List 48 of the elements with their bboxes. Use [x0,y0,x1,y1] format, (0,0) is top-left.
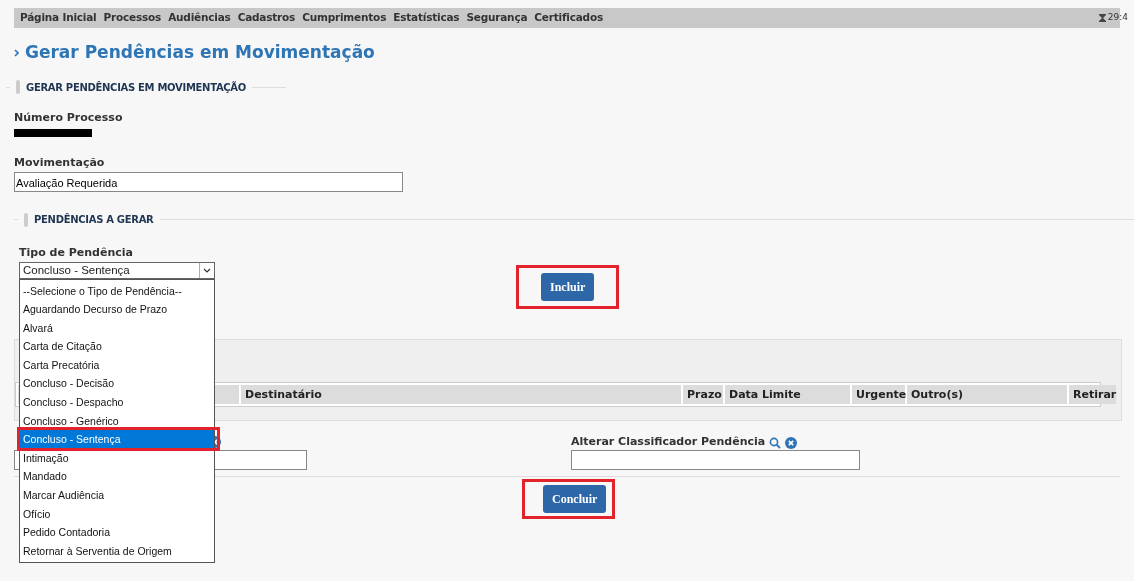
dropdown-option[interactable]: Concluso - Decisão [20,374,214,394]
dropdown-option[interactable]: Carta de Citação [20,337,214,356]
chevron-icon [14,48,19,57]
column-header: Outro(s) [907,385,1067,404]
dropdown-option[interactable]: Ofício [20,504,214,524]
menu-item[interactable]: Página Inicial [20,10,97,26]
dropdown-option[interactable]: Carta Precatória [20,355,214,375]
field-label: Tipo de Pendência [19,245,134,261]
column-header: Destinatário [241,385,681,404]
menu-item[interactable]: Audiências [168,10,231,26]
column-header: Urgente [852,385,905,404]
dropdown-option[interactable]: Concluso - Despacho [20,393,214,412]
menu-item[interactable]: Certificados [534,10,603,26]
dropdown-option[interactable]: Pedido Contadoria [20,523,214,542]
dropdown-option[interactable]: Intimação [20,448,214,468]
search-icon[interactable] [769,436,782,449]
dropdown-option[interactable]: Alvará [20,318,214,338]
type-select[interactable]: Concluso - Sentença [19,261,215,279]
section-legend: GERAR PENDÊNCIAS EM MOVIMENTAÇÃO [26,79,246,95]
field-label: Movimentação [14,155,106,171]
submit-button[interactable]: Concluir [543,484,607,513]
classifier-field[interactable] [571,450,860,470]
dropdown-option[interactable]: Marcar Audiência [20,486,214,505]
column-header: Retirar [1069,385,1116,404]
caret-icon [203,267,211,273]
menu-item[interactable]: Cadastros [237,10,296,26]
movement-field[interactable]: Avaliação Requerida [14,171,403,192]
dropdown-option[interactable]: Retornar à Serventia de Origem [20,541,214,561]
column-header: Prazo [683,385,723,404]
session-timer: 29:4 [1107,11,1128,25]
section-legend: PENDÊNCIAS A GERAR [34,212,154,227]
menu-item[interactable]: Estatísticas [393,10,460,26]
column-header: Data Limite [725,385,850,404]
dropdown-option[interactable]: --Selecione o Tipo de Pendência-- [20,281,214,301]
dropdown-option[interactable]: Concluso - Sentença [20,430,214,449]
dropdown-option[interactable]: Aguardando Decurso de Prazo [20,300,214,319]
dropdown-option[interactable]: Mandado [20,467,214,487]
hourglass-icon [1098,14,1106,22]
menu-item[interactable]: Processos [103,10,162,26]
field-label: Número Processo [14,109,124,126]
menu-item[interactable]: Segurança [466,10,528,26]
menu-item[interactable]: Cumprimentos [302,10,387,26]
page-title: Gerar Pendências em Movimentação [25,41,375,64]
field-label: Alterar Classificador Pendência [571,434,766,451]
legend-marker [16,80,20,94]
legend-marker [24,212,28,227]
include-button[interactable]: Incluir [541,273,595,301]
dropdown-option[interactable]: Concluso - Genérico [20,411,214,431]
